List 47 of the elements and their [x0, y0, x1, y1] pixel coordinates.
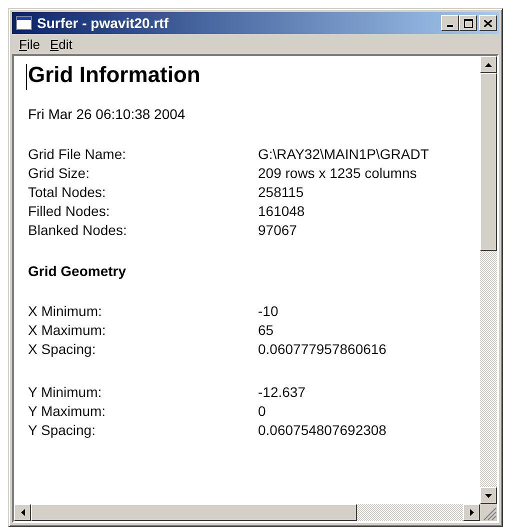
- field-label: Blanked Nodes:: [28, 222, 128, 240]
- scroll-left-button[interactable]: [14, 504, 31, 521]
- scroll-right-button[interactable]: [463, 504, 480, 521]
- field-label: Grid Size:: [28, 165, 90, 183]
- document-title: Grid Information: [28, 62, 202, 89]
- scroll-up-button[interactable]: [480, 56, 497, 73]
- field-value: 209 rows x 1235 columns: [258, 165, 417, 183]
- scroll-thumb[interactable]: [480, 73, 497, 251]
- window-icon: [16, 16, 32, 30]
- field-value: G:\RAY32\MAIN1P\GRADT: [258, 146, 429, 164]
- close-button[interactable]: [479, 15, 497, 31]
- field-value: 97067: [258, 222, 297, 240]
- date-text: Fri Mar 26 06:10:38 2004: [28, 106, 186, 122]
- scroll-thumb[interactable]: [31, 504, 357, 521]
- text-cursor: [26, 64, 27, 90]
- field-label: Filled Nodes:: [28, 203, 111, 221]
- field-value: 258115: [258, 184, 304, 202]
- field-value: 0: [258, 403, 266, 421]
- field-label: X Minimum:: [28, 303, 103, 321]
- field-value: 65: [258, 322, 274, 340]
- window-title: Surfer - pwavit20.rtf: [37, 15, 170, 31]
- scroll-down-button[interactable]: [480, 487, 497, 504]
- vertical-scrollbar[interactable]: [480, 56, 497, 504]
- minimize-button[interactable]: [441, 15, 459, 31]
- field-label: Y Minimum:: [28, 384, 103, 402]
- field-label: Total Nodes:: [28, 184, 107, 202]
- menu-item[interactable]: File: [14, 36, 45, 52]
- field-label: X Maximum:: [28, 322, 107, 340]
- close-icon: [484, 20, 492, 26]
- field-value: -12.637: [258, 384, 306, 402]
- field-label: Grid File Name:: [28, 146, 128, 164]
- field-value: 0.060777957860616: [258, 341, 386, 359]
- field-label: Y Spacing:: [28, 422, 96, 440]
- field-value: 161048: [258, 203, 305, 221]
- maximize-button[interactable]: [459, 15, 477, 31]
- horizontal-scrollbar[interactable]: [14, 504, 480, 521]
- menu-item[interactable]: Edit: [44, 36, 78, 52]
- field-label: Y Maximum:: [28, 403, 107, 421]
- down-arrow-icon: [485, 494, 492, 498]
- field-value: 0.060754807692308: [258, 422, 386, 440]
- up-arrow-icon: [485, 62, 492, 66]
- section-heading: Grid Geometry: [28, 263, 128, 279]
- field-value: -10: [258, 303, 278, 321]
- field-label: X Spacing:: [28, 341, 97, 359]
- maximize-icon: [464, 18, 472, 28]
- right-arrow-icon: [470, 509, 474, 516]
- left-arrow-icon: [20, 509, 24, 516]
